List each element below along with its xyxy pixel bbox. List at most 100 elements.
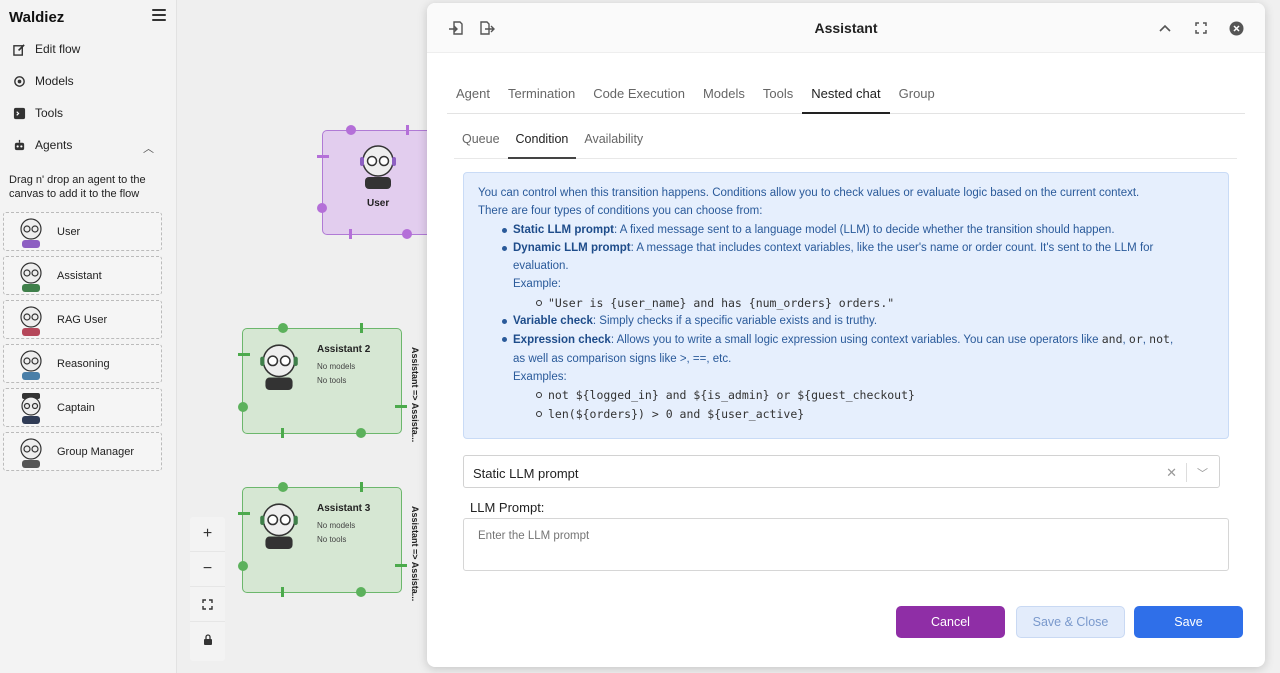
subtab-queue[interactable]: Queue: [454, 122, 508, 159]
node-handle[interactable]: [349, 229, 352, 239]
save-button[interactable]: Save: [1134, 606, 1243, 638]
node-handle[interactable]: [406, 125, 409, 135]
subtab-availability[interactable]: Availability: [576, 122, 651, 159]
agent-card-label: Reasoning: [57, 357, 110, 370]
collapse-icon[interactable]: [1156, 19, 1174, 37]
tab-group[interactable]: Group: [890, 76, 944, 114]
sidebar-item-agents[interactable]: Agents ︿: [0, 129, 176, 161]
close-icon[interactable]: [1227, 19, 1245, 37]
user-node[interactable]: User: [322, 130, 442, 235]
zoom-out-button[interactable]: −: [190, 552, 225, 587]
llm-prompt-input[interactable]: [463, 518, 1229, 571]
info-item-variable: Variable check: Simply checks if a speci…: [478, 312, 1214, 330]
operator-and: and: [1101, 332, 1123, 347]
agent-card-label: Group Manager: [57, 445, 135, 458]
edge-label[interactable]: Assistant => Assista...: [410, 347, 420, 442]
node-handle[interactable]: [278, 323, 288, 333]
sidebar-item-models[interactable]: Models: [0, 65, 176, 97]
info-item-desc: : Allows you to write a small logic expr…: [610, 334, 1102, 347]
agent-card-label: RAG User: [57, 313, 108, 326]
modal-title: Assistant: [814, 20, 878, 36]
agent-card-user[interactable]: User: [3, 212, 162, 251]
node-handle[interactable]: [317, 155, 329, 158]
clear-icon[interactable]: ✕: [1166, 465, 1177, 481]
assistant-node[interactable]: Assistant 2 No models No tools: [242, 328, 402, 434]
save-close-button[interactable]: Save & Close: [1016, 606, 1125, 638]
agent-list: User Assistant RAG User Reasoning Captai…: [3, 212, 162, 476]
menu-icon[interactable]: [152, 9, 166, 21]
agent-tabs: Agent Termination Code Execution Models …: [447, 76, 1245, 114]
sidebar-item-edit-flow[interactable]: Edit flow: [0, 33, 176, 65]
info-example-label: Examples:: [513, 370, 567, 383]
lock-button[interactable]: [190, 622, 225, 657]
fit-view-icon: [202, 598, 213, 610]
condition-type-select[interactable]: Static LLM prompt ✕ ﹀: [463, 455, 1220, 488]
edge-label[interactable]: Assistant => Assista...: [410, 506, 420, 601]
terminal-icon: [12, 106, 26, 120]
info-example-label: Example:: [513, 278, 561, 291]
lock-icon: [203, 634, 212, 645]
info-example: len(${orders}) > 0 and ${user_active}: [478, 405, 1214, 423]
node-tools: No tools: [317, 535, 347, 544]
agent-card-group-manager[interactable]: Group Manager: [3, 432, 162, 471]
info-example: not ${logged_in} and ${is_admin} or ${gu…: [478, 386, 1214, 404]
chevron-down-icon[interactable]: ﹀: [1197, 465, 1208, 481]
node-handle[interactable]: [360, 482, 363, 492]
tab-agent[interactable]: Agent: [447, 76, 499, 114]
tab-tools[interactable]: Tools: [754, 76, 802, 114]
node-handle[interactable]: [317, 203, 327, 213]
sidebar-item-tools[interactable]: Tools: [0, 97, 176, 129]
info-item-desc: : A fixed message sent to a language mod…: [613, 223, 1115, 236]
info-item-title: Variable check: [513, 315, 593, 328]
node-handle[interactable]: [346, 125, 356, 135]
assistant-node[interactable]: Assistant 3 No models No tools: [242, 487, 402, 593]
node-handle[interactable]: [402, 229, 412, 239]
fit-view-button[interactable]: [190, 587, 225, 622]
node-handle[interactable]: [281, 428, 284, 438]
node-handle[interactable]: [238, 512, 250, 515]
node-handle[interactable]: [278, 482, 288, 492]
node-handle[interactable]: [360, 323, 363, 333]
tab-code-execution[interactable]: Code Execution: [584, 76, 694, 114]
info-example: "User is {user_name} and has {num_orders…: [478, 294, 1214, 312]
agent-card-captain[interactable]: Captain: [3, 388, 162, 427]
flow-canvas[interactable]: User Assistant 2 No models No tools Assi…: [177, 0, 442, 673]
modal-header: Assistant: [427, 3, 1265, 53]
llm-prompt-label: LLM Prompt:: [470, 500, 545, 515]
sidebar-item-label: Edit flow: [35, 42, 81, 56]
tab-nested-chat[interactable]: Nested chat: [802, 76, 890, 114]
node-title: User: [367, 198, 390, 209]
assistant-avatar-icon: [20, 261, 42, 292]
fullscreen-icon[interactable]: [1192, 19, 1210, 37]
node-models: No models: [317, 362, 356, 371]
node-handle[interactable]: [281, 587, 284, 597]
group-manager-avatar-icon: [20, 437, 42, 468]
node-models: No models: [317, 521, 356, 530]
info-intro: You can control when this transition hap…: [478, 187, 1140, 199]
captain-avatar-icon: [21, 392, 41, 424]
agent-card-rag-user[interactable]: RAG User: [3, 300, 162, 339]
operator-not: not: [1149, 332, 1170, 347]
node-handle[interactable]: [238, 561, 248, 571]
zoom-in-button[interactable]: +: [190, 517, 225, 552]
operator-or: or: [1128, 332, 1143, 347]
info-item-desc: : A message that includes context variab…: [630, 241, 1154, 254]
node-handle[interactable]: [356, 428, 366, 438]
brand-title: Waldiez: [9, 9, 65, 26]
cancel-button[interactable]: Cancel: [896, 606, 1005, 638]
info-item-title: Expression check: [513, 334, 611, 347]
assistant-avatar-icon: [260, 503, 298, 550]
agent-card-reasoning[interactable]: Reasoning: [3, 344, 162, 383]
node-handle[interactable]: [395, 564, 407, 567]
subtab-condition[interactable]: Condition: [507, 122, 577, 159]
node-handle[interactable]: [238, 353, 250, 356]
node-handle[interactable]: [356, 587, 366, 597]
node-handle[interactable]: [395, 405, 407, 408]
tab-models[interactable]: Models: [694, 76, 754, 114]
chevron-up-icon[interactable]: ︿: [143, 140, 154, 156]
sidebar-nav: Edit flow Models Tools Agents ︿: [0, 33, 176, 161]
node-handle[interactable]: [238, 402, 248, 412]
sidebar-item-label: Models: [35, 74, 74, 88]
agent-card-assistant[interactable]: Assistant: [3, 256, 162, 295]
tab-termination[interactable]: Termination: [499, 76, 584, 114]
